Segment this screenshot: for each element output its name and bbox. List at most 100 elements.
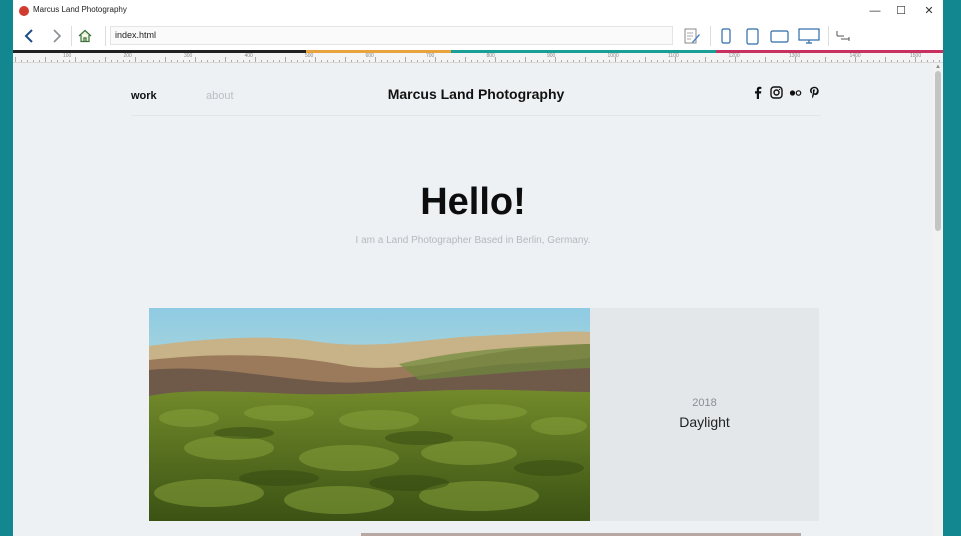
ruler-tick: [405, 57, 406, 62]
ruler-tick: [597, 60, 598, 62]
ruler-tick: [441, 60, 442, 62]
site-navigation: work about Marcus Land Photography: [131, 78, 821, 116]
ruler-tick: [927, 60, 928, 62]
ruler-tick: [819, 60, 820, 62]
ruler-tick: [867, 60, 868, 62]
address-bar[interactable]: index.html: [110, 26, 673, 45]
ruler-tick: [837, 60, 838, 62]
ruler-tick: [591, 60, 592, 62]
ruler-label: 1000: [607, 53, 619, 59]
scroll-up-icon[interactable]: ▲: [935, 64, 941, 70]
project-title[interactable]: Daylight: [590, 414, 819, 430]
ruler-tick: [129, 60, 130, 62]
ruler-tick: [543, 60, 544, 62]
ruler-tick: [645, 57, 646, 62]
ruler-tick: [327, 60, 328, 62]
ruler-tick: [195, 57, 196, 62]
ruler-tick: [189, 60, 190, 62]
ruler-tick: [99, 60, 100, 62]
ruler-tick: [651, 60, 652, 62]
tablet-landscape-view-button[interactable]: [767, 25, 791, 47]
ruler-tick: [351, 60, 352, 62]
ruler-tick: [687, 60, 688, 62]
pinterest-link[interactable]: [808, 86, 821, 99]
ruler-tick: [105, 57, 106, 62]
close-button[interactable]: ✕: [917, 3, 941, 19]
ruler-tick: [633, 60, 634, 62]
project-photo[interactable]: [149, 308, 590, 521]
minimize-button[interactable]: —: [863, 3, 887, 19]
scrollbar-thumb[interactable]: [935, 71, 941, 231]
flickr-icon: [789, 89, 802, 96]
back-button[interactable]: [19, 25, 39, 47]
window-title: Marcus Land Photography: [33, 5, 127, 14]
ruler-tick: [93, 60, 94, 62]
ruler-tick: [813, 60, 814, 62]
ruler-tick: [51, 60, 52, 62]
ruler-tick: [255, 57, 256, 62]
forward-button[interactable]: [47, 25, 67, 47]
ruler-tick: [399, 60, 400, 62]
maximize-button[interactable]: ☐: [889, 3, 913, 19]
edit-icon: [684, 28, 700, 44]
ruler-tick: [603, 60, 604, 62]
ruler-tick: [27, 60, 28, 62]
phone-icon: [721, 28, 731, 44]
ruler-tick: [75, 57, 76, 62]
desktop-view-button[interactable]: [796, 25, 822, 47]
ruler-tick: [453, 60, 454, 62]
ruler-label: 800: [486, 53, 495, 59]
ruler-tick: [639, 60, 640, 62]
ruler-tick: [585, 57, 586, 62]
ruler-label: 1100: [668, 53, 679, 59]
ruler-tick: [705, 57, 706, 62]
toolbar-separator: [105, 26, 106, 46]
ruler-tick: [45, 57, 46, 62]
project-card[interactable]: 2018 Daylight: [149, 308, 819, 521]
ruler-tick: [525, 57, 526, 62]
ruler-tick: [843, 60, 844, 62]
site-brand[interactable]: Marcus Land Photography: [131, 86, 821, 102]
ruler-tick: [711, 60, 712, 62]
ruler-tick: [333, 60, 334, 62]
ruler-label: 600: [365, 53, 374, 59]
vertical-scrollbar[interactable]: ▲: [933, 63, 943, 536]
home-button[interactable]: [75, 25, 95, 47]
toolbar-separator: [828, 26, 829, 46]
ruler-tick: [789, 60, 790, 62]
ruler-tick: [279, 60, 280, 62]
ruler-tick: [909, 60, 910, 62]
facebook-link[interactable]: [751, 86, 764, 99]
ruler-tick: [681, 60, 682, 62]
ruler-tick: [723, 60, 724, 62]
desktop-icon: [798, 28, 820, 44]
resize-button[interactable]: [833, 25, 853, 47]
ruler-tick: [411, 60, 412, 62]
ruler-label: 500: [305, 53, 314, 59]
app-window: Marcus Land Photography — ☐ ✕ index.html: [13, 0, 943, 536]
instagram-link[interactable]: [770, 86, 783, 99]
back-icon: [24, 29, 33, 43]
facebook-icon: [754, 86, 761, 99]
ruler-tick: [831, 60, 832, 62]
instagram-icon: [770, 86, 783, 99]
ruler-tick: [483, 60, 484, 62]
phone-view-button[interactable]: [716, 25, 736, 47]
ruler-tick: [477, 60, 478, 62]
flickr-link[interactable]: [789, 86, 802, 99]
ruler-tick: [627, 60, 628, 62]
ruler-tick: [135, 57, 136, 62]
ruler-tick: [393, 60, 394, 62]
ruler-tick: [693, 60, 694, 62]
ruler-tick: [207, 60, 208, 62]
social-links: [751, 86, 821, 99]
ruler-tick: [531, 60, 532, 62]
ruler-tick: [495, 57, 496, 62]
ruler-tick: [747, 60, 748, 62]
ruler-tick: [201, 60, 202, 62]
ruler-tick: [57, 60, 58, 62]
ruler-label: 700: [426, 53, 435, 59]
tablet-view-button[interactable]: [741, 25, 763, 47]
edit-button[interactable]: [681, 25, 703, 47]
ruler-tick: [435, 57, 436, 62]
